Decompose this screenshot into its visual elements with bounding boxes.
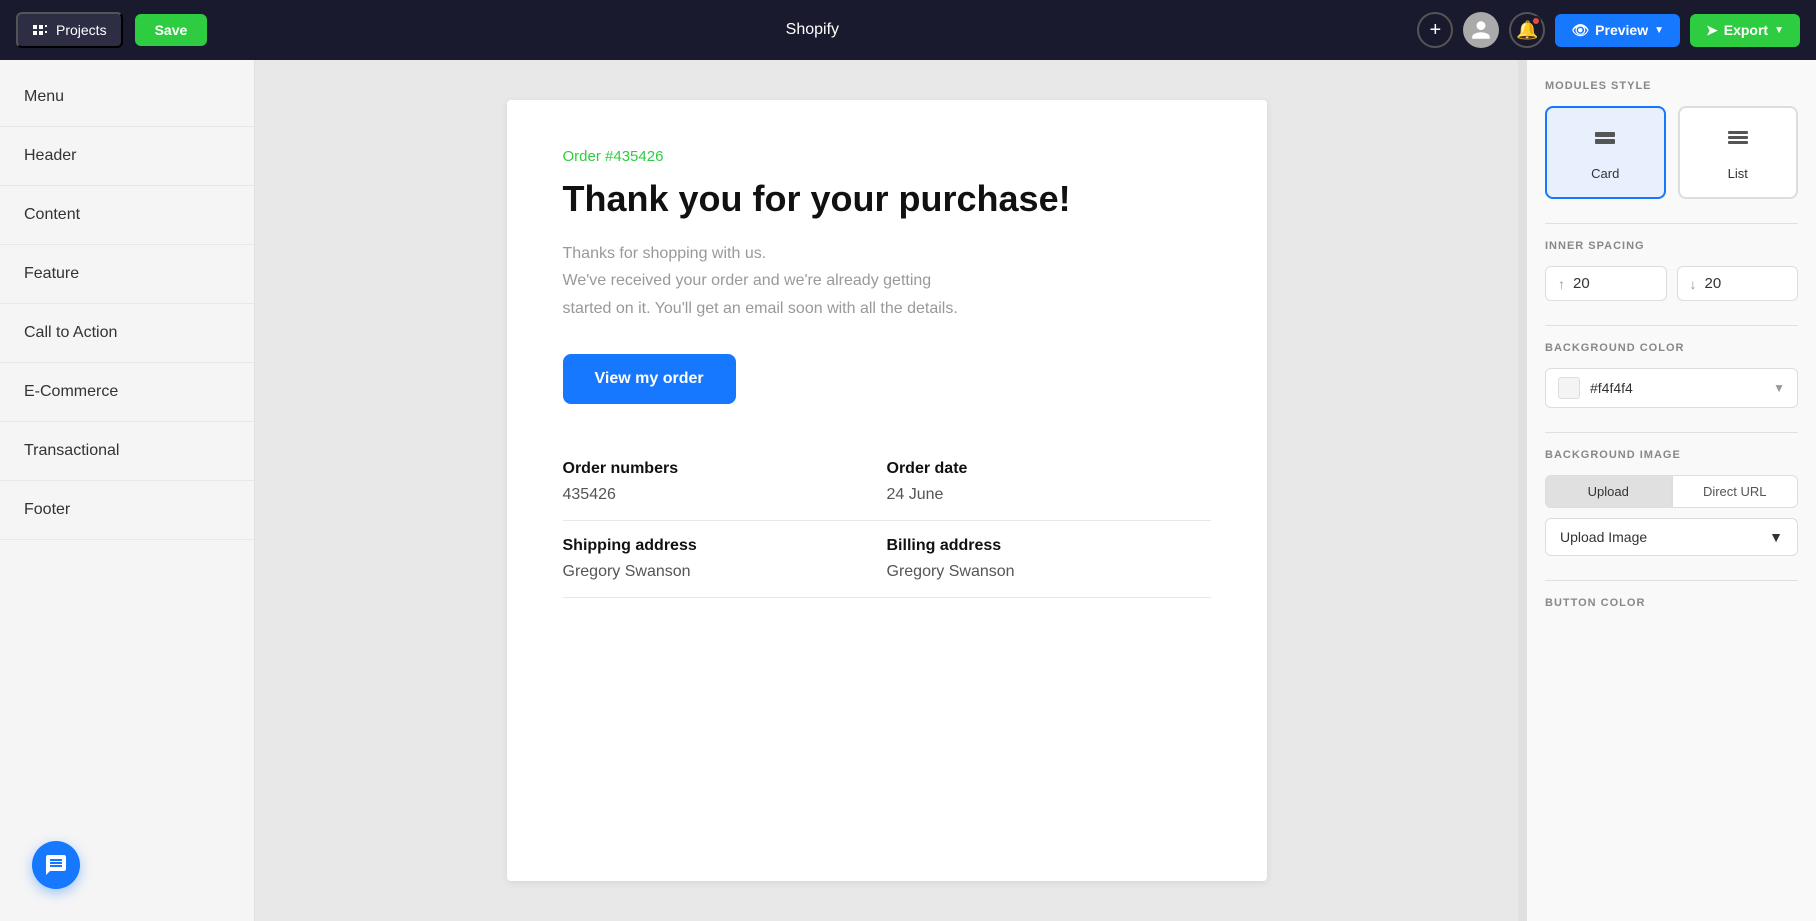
color-swatch: [1558, 377, 1580, 399]
color-hex-value: #f4f4f4: [1590, 380, 1763, 396]
color-dropdown-arrow: ▼: [1773, 381, 1785, 395]
sidebar-item-content[interactable]: Content: [0, 186, 254, 245]
notification-dot: [1531, 16, 1541, 26]
email-card: Order #435426 Thank you for your purchas…: [507, 100, 1267, 881]
export-dropdown-arrow: ▼: [1774, 25, 1784, 36]
right-panel: MODULES STYLE Card: [1526, 60, 1816, 921]
inner-spacing-row: ↑ 20 ↓ 20: [1545, 266, 1798, 301]
upload-tabs: Upload Direct URL: [1545, 475, 1798, 508]
order-date-label: Order date: [887, 460, 1211, 478]
sidebar-item-feature[interactable]: Feature: [0, 245, 254, 304]
billing-address-label: Billing address: [887, 537, 1211, 555]
billing-address-value: Gregory Swanson: [887, 563, 1211, 581]
order-numbers-label: Order numbers: [563, 460, 887, 478]
card-icon: [1591, 124, 1619, 158]
upload-image-dropdown[interactable]: Upload Image ▼: [1545, 518, 1798, 556]
sidebar-item-footer[interactable]: Footer: [0, 481, 254, 540]
add-button[interactable]: +: [1417, 12, 1453, 48]
purchase-description: Thanks for shopping with us. We've recei…: [563, 240, 1211, 322]
topbar: Projects Save Shopify + 🔔 👁 Preview ▼ ➤ …: [0, 0, 1816, 60]
avatar[interactable]: [1463, 12, 1499, 48]
divider-2: [1545, 325, 1798, 326]
canvas-divider: [1518, 60, 1526, 921]
list-label: List: [1728, 166, 1748, 181]
modules-style-title: MODULES STYLE: [1545, 80, 1798, 92]
module-option-list[interactable]: List: [1678, 106, 1799, 199]
spacing-top-box[interactable]: ↑ 20: [1545, 266, 1667, 301]
bg-color-title: BACKGROUND COLOR: [1545, 342, 1798, 354]
direct-url-tab[interactable]: Direct URL: [1672, 475, 1799, 508]
arrow-up-icon: ↑: [1558, 276, 1565, 292]
chat-button[interactable]: [32, 841, 80, 889]
export-button[interactable]: ➤ Export ▼: [1690, 14, 1800, 47]
list-icon: [1724, 124, 1752, 158]
eye-icon: 👁: [1571, 22, 1589, 39]
inner-spacing-title: INNER SPACING: [1545, 240, 1798, 252]
sidebar: Menu Header Content Feature Call to Acti…: [0, 60, 255, 921]
sidebar-item-transactional[interactable]: Transactional: [0, 422, 254, 481]
bg-image-title: BACKGROUND IMAGE: [1545, 449, 1798, 461]
bg-color-row[interactable]: #f4f4f4 ▼: [1545, 368, 1798, 408]
notification-bell[interactable]: 🔔: [1509, 12, 1545, 48]
export-icon: ➤: [1706, 22, 1718, 39]
save-button[interactable]: Save: [135, 14, 208, 46]
order-label: Order #435426: [563, 148, 1211, 165]
spacing-top-value: 20: [1573, 275, 1590, 292]
divider-4: [1545, 580, 1798, 581]
order-details-grid: Order numbers 435426 Order date 24 June …: [563, 444, 1211, 598]
sidebar-items: Menu Header Content Feature Call to Acti…: [0, 60, 254, 809]
divider-3: [1545, 432, 1798, 433]
module-style-row: Card List: [1545, 106, 1798, 199]
sidebar-item-ecommerce[interactable]: E-Commerce: [0, 363, 254, 422]
upload-tab[interactable]: Upload: [1545, 475, 1672, 508]
inner-spacing-section: INNER SPACING ↑ 20 ↓ 20: [1545, 240, 1798, 301]
upload-dropdown-arrow: ▼: [1769, 529, 1783, 545]
sidebar-item-cta[interactable]: Call to Action: [0, 304, 254, 363]
order-numbers-field: Order numbers 435426: [563, 444, 887, 521]
projects-button[interactable]: Projects: [16, 12, 123, 48]
purchase-title: Thank you for your purchase!: [563, 177, 1211, 220]
button-color-section: BUTTON COLOR: [1545, 597, 1798, 609]
module-option-card[interactable]: Card: [1545, 106, 1666, 199]
sidebar-item-menu[interactable]: Menu: [0, 68, 254, 127]
main-layout: Menu Header Content Feature Call to Acti…: [0, 60, 1816, 921]
preview-button[interactable]: 👁 Preview ▼: [1555, 14, 1680, 47]
topbar-actions: + 🔔 👁 Preview ▼ ➤ Export ▼: [1417, 12, 1800, 48]
bg-color-section: BACKGROUND COLOR #f4f4f4 ▼: [1545, 342, 1798, 408]
bg-image-section: BACKGROUND IMAGE Upload Direct URL Uploa…: [1545, 449, 1798, 556]
billing-address-field: Billing address Gregory Swanson: [887, 521, 1211, 598]
page-title: Shopify: [219, 21, 1405, 39]
arrow-down-icon: ↓: [1690, 276, 1697, 292]
projects-label: Projects: [56, 22, 107, 38]
upload-image-label: Upload Image: [1560, 529, 1647, 545]
order-date-field: Order date 24 June: [887, 444, 1211, 521]
shipping-address-label: Shipping address: [563, 537, 887, 555]
spacing-bottom-value: 20: [1705, 275, 1722, 292]
shipping-address-field: Shipping address Gregory Swanson: [563, 521, 887, 598]
preview-dropdown-arrow: ▼: [1654, 25, 1664, 36]
canvas-area: Order #435426 Thank you for your purchas…: [255, 60, 1518, 921]
divider-1: [1545, 223, 1798, 224]
order-numbers-value: 435426: [563, 486, 887, 504]
shipping-address-value: Gregory Swanson: [563, 563, 887, 581]
view-order-button[interactable]: View my order: [563, 354, 736, 404]
card-label: Card: [1591, 166, 1619, 181]
sidebar-item-header[interactable]: Header: [0, 127, 254, 186]
spacing-bottom-box[interactable]: ↓ 20: [1677, 266, 1799, 301]
button-color-title: BUTTON COLOR: [1545, 597, 1798, 609]
order-date-value: 24 June: [887, 486, 1211, 504]
canvas-section: Order #435426 Thank you for your purchas…: [255, 60, 1526, 921]
